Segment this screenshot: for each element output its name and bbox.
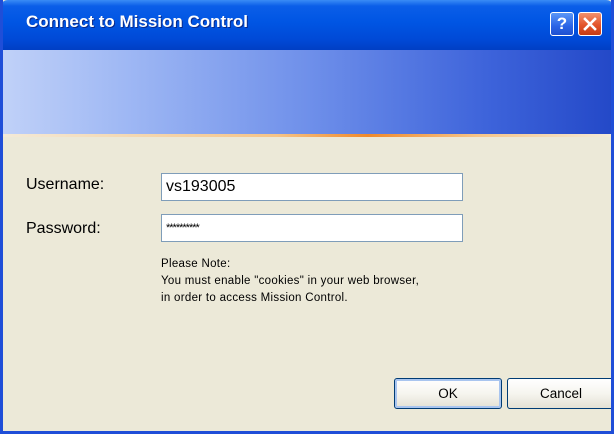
note-heading: Please Note:	[161, 258, 231, 270]
close-icon	[583, 17, 597, 31]
password-input[interactable]	[161, 214, 463, 242]
password-label: Password:	[26, 220, 101, 237]
cancel-button[interactable]: Cancel	[507, 378, 611, 409]
close-button[interactable]	[578, 12, 602, 36]
note-line-2: in order to access Mission Control.	[161, 292, 348, 304]
title-bar[interactable]: Connect to Mission Control ?	[3, 0, 611, 50]
ok-button[interactable]: OK	[394, 378, 502, 409]
note-line-1: You must enable "cookies" in your web br…	[161, 275, 420, 287]
help-button[interactable]: ?	[550, 12, 574, 36]
username-input[interactable]	[161, 173, 463, 201]
banner-divider	[3, 134, 611, 137]
login-dialog: Connect to Mission Control ? Username: P…	[0, 0, 614, 434]
cookies-note: Please Note: You must enable "cookies" i…	[161, 256, 419, 307]
help-icon: ?	[556, 14, 568, 33]
header-banner	[3, 50, 611, 134]
username-label: Username:	[26, 176, 105, 193]
window-title: Connect to Mission Control	[26, 12, 248, 31]
